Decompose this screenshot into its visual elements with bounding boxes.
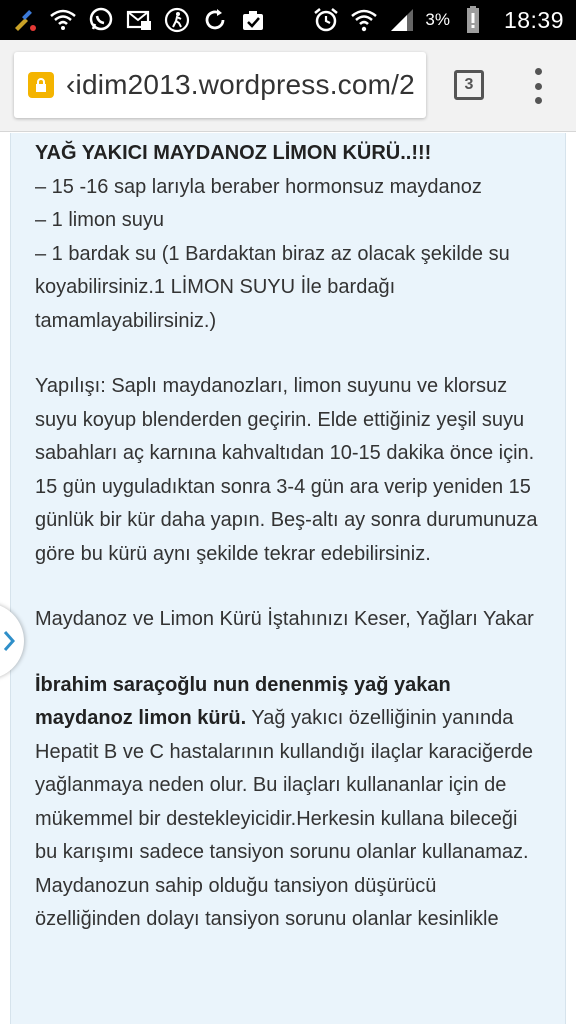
article-body: YAĞ YAKICI MAYDANOZ LİMON KÜRÜ..!!! – 15… (10, 133, 566, 1024)
address-bar[interactable]: ‹idim2013.wordpress.com/2 (14, 52, 426, 118)
body-paragraph: İbrahim saraçoğlu nun denenmiş yağ yakan… (35, 669, 545, 937)
ingredient-item: – 1 limon suyu (35, 209, 164, 231)
runner-icon (162, 5, 192, 35)
tab-switcher-button[interactable]: 3 (454, 70, 484, 100)
status-bar: 3% 18:39 (0, 0, 576, 40)
overflow-menu-icon[interactable] (526, 64, 550, 108)
signal-icon (387, 5, 417, 35)
wifi-icon (349, 5, 379, 35)
recipe-title: YAĞ YAKICI MAYDANOZ LİMON KÜRÜ..!!! (35, 142, 432, 164)
lock-icon[interactable] (28, 72, 54, 98)
subheading-paragraph: Maydanoz ve Limon Kürü İştahınızı Keser,… (35, 608, 534, 630)
clipboard-check-icon (238, 5, 268, 35)
system-icons: 3% 18:39 (311, 5, 564, 35)
clock: 18:39 (503, 6, 564, 33)
body-text: Yağ yakıcı özelliğinin yanında Hepatit B… (35, 707, 534, 930)
preparation-paragraph: Yapılışı: Saplı maydanozları, limon suyu… (35, 375, 538, 565)
alarm-icon (311, 5, 341, 35)
battery-low-icon (458, 5, 488, 35)
ingredient-item: – 15 -16 sap larıyla beraber hormonsuz m… (35, 175, 482, 198)
web-page[interactable]: YAĞ YAKICI MAYDANOZ LİMON KÜRÜ..!!! – 15… (0, 133, 576, 1024)
sync-icon (200, 5, 230, 35)
battery-percent: 3% (425, 10, 450, 29)
chevron-right-icon (3, 631, 16, 651)
ingredient-item: – 1 bardak su (1 Bardaktan biraz az olac… (35, 242, 510, 332)
wifi-question-icon (48, 5, 78, 35)
sms-icon (124, 5, 154, 35)
whatsapp-icon (86, 5, 116, 35)
browser-toolbar: ‹idim2013.wordpress.com/2 3 (0, 40, 576, 132)
cleaner-broom-icon (10, 5, 40, 35)
notification-icons (10, 5, 268, 35)
url-text[interactable]: ‹idim2013.wordpress.com/2 (66, 69, 426, 101)
